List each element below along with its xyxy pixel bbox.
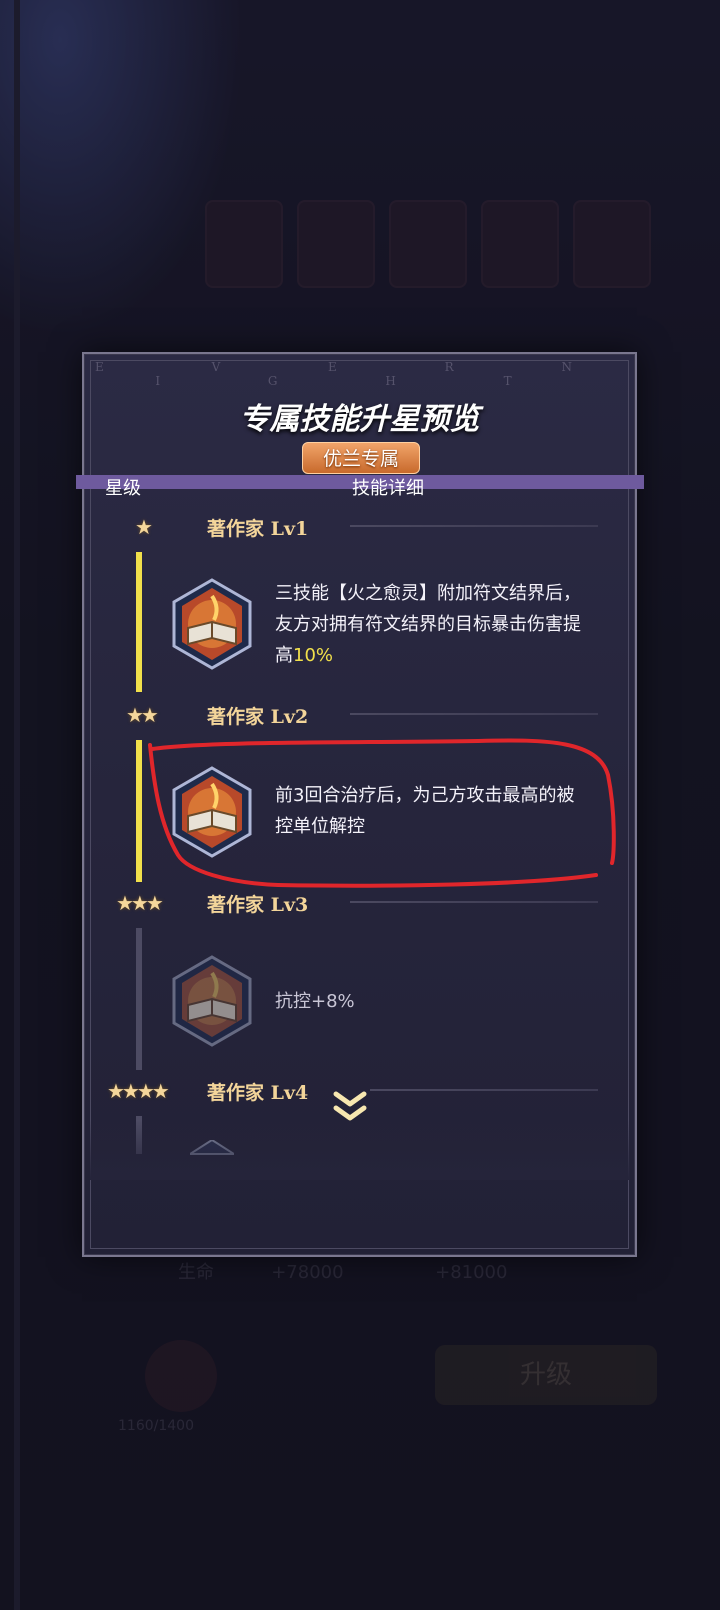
divider-line	[350, 713, 598, 715]
level-title: 著作家 Lv4	[207, 1078, 308, 1105]
page-title: 专属技能升星预览	[239, 402, 480, 437]
column-header-detail: 技能详细	[352, 478, 424, 499]
star-rating-3: ★★★	[116, 891, 164, 915]
hero-exclusive-badge: 优兰专属	[302, 442, 420, 474]
skill-book-icon	[172, 578, 252, 670]
level-number: Lv3	[270, 894, 309, 916]
divider-line	[370, 1089, 598, 1091]
level-title: 著作家 Lv2	[207, 702, 308, 729]
level-number: Lv4	[270, 1082, 309, 1104]
skill-description: 抗控+8%	[275, 986, 575, 1017]
level-name: 著作家	[207, 894, 265, 916]
level-name: 著作家	[207, 706, 265, 728]
red-annotation-circle	[148, 738, 616, 888]
level-title: 著作家 Lv1	[207, 514, 308, 541]
divider-line	[350, 901, 598, 903]
divider-line	[350, 525, 598, 527]
level-name: 著作家	[207, 518, 265, 540]
skill-desc-text: 抗控+8%	[275, 991, 355, 1012]
level-name: 著作家	[207, 1082, 265, 1104]
progress-bar-locked	[136, 928, 142, 1070]
progress-bar-unlocked	[136, 552, 142, 692]
panel-watermark: E V E R N I G H T	[95, 360, 624, 388]
scroll-fade	[90, 1120, 630, 1180]
level-number: Lv1	[270, 518, 309, 540]
skill-desc-highlight: 10%	[293, 645, 334, 666]
star-rating-4: ★★★★	[107, 1079, 170, 1103]
column-header-star: 星级	[105, 478, 141, 499]
star-rating-1: ★	[135, 515, 153, 539]
scroll-down-chevron-icon[interactable]	[330, 1088, 370, 1128]
skill-book-icon	[172, 955, 252, 1047]
progress-bar-unlocked	[136, 740, 142, 882]
star-rating-2: ★★	[126, 703, 159, 727]
level-number: Lv2	[270, 706, 309, 728]
skill-description: 三技能【火之愈灵】附加符文结界后，友方对拥有符文结界的目标暴击伤害提高10%	[275, 578, 590, 671]
level-title: 著作家 Lv3	[207, 890, 308, 917]
